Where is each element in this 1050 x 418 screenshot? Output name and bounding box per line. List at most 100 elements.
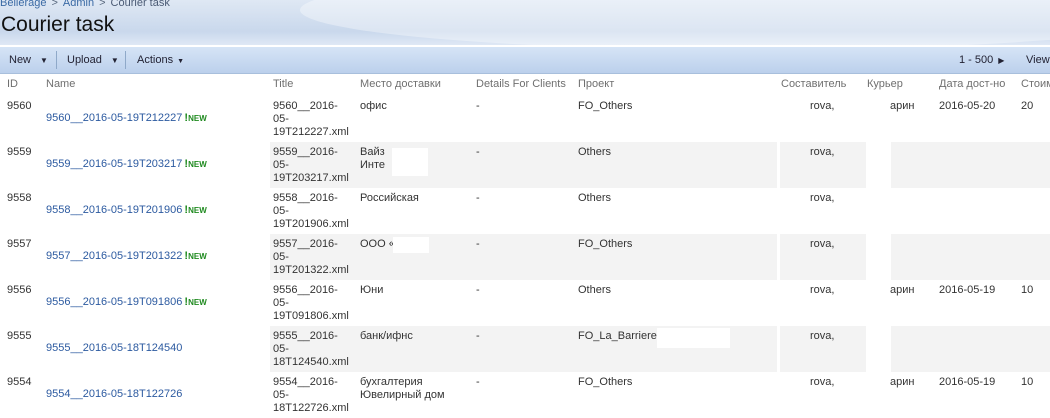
breadcrumb-admin-link[interactable]: Admin: [63, 0, 94, 9]
chevron-down-icon: ▼: [40, 56, 48, 65]
cell-author: rova,: [810, 376, 835, 388]
column-header-details[interactable]: Details For Clients: [476, 78, 566, 90]
cell-delivery-date: 2016-05-20: [939, 100, 996, 112]
cell-details: -: [476, 376, 480, 388]
toolbar-divider: [56, 51, 57, 69]
column-header-delivery-date[interactable]: Дата дост-но: [939, 78, 1005, 90]
chevron-down-icon: ▼: [110, 56, 119, 65]
new-badge: !NEW: [184, 296, 207, 308]
cell-author: rova,: [810, 330, 835, 342]
breadcrumb-separator: >: [99, 0, 106, 9]
cell-details: -: [476, 238, 480, 250]
list-toolbar: New ▼ Upload ▼ Actions ▼ 1 - 500 ▶ View: [0, 47, 1050, 74]
new-badge: !NEW: [184, 158, 206, 170]
cell-author: rova,: [810, 192, 835, 204]
new-badge: !NEW: [184, 250, 207, 262]
column-header-project[interactable]: Проект: [578, 78, 614, 90]
cell-project: Others: [578, 146, 612, 158]
table-row[interactable]: 9557 9557__2016-05-19T201322 !NEW 9557__201…: [0, 234, 1050, 280]
table-row[interactable]: 9554 9554__2016-05-18T122726 9554__2016- 05…: [0, 372, 1050, 418]
cell-courier: арин: [890, 284, 915, 296]
row-shading: [891, 234, 1050, 280]
item-name-link[interactable]: 9559__2016-05-19T203217: [46, 158, 182, 170]
cell-delivery-place-line: банк/ифнс: [360, 330, 413, 342]
cell-project: FO_Others: [578, 376, 633, 388]
item-name-link[interactable]: 9560__2016-05-19T212227: [46, 112, 182, 124]
item-name-link[interactable]: 9556__2016-05-19T091806: [46, 296, 182, 308]
cell-title-line: 05-: [273, 389, 289, 401]
cell-title-line: 05-: [273, 113, 289, 125]
cell-title-line: 9556__2016-: [273, 284, 338, 296]
table-row[interactable]: 9559 9559__2016-05-19T203217 !NEW 9559__201…: [0, 142, 1050, 188]
cell-author: rova,: [810, 238, 835, 250]
paging-control[interactable]: 1 - 500 ▶: [959, 47, 1004, 73]
upload-menu-button[interactable]: Upload ▼: [67, 47, 119, 73]
cell-title-line: 9558__2016-: [273, 192, 338, 204]
breadcrumb-site-link[interactable]: Bellerage: [0, 0, 46, 9]
column-header-author[interactable]: Составитель: [781, 78, 846, 90]
view-label: View: [1026, 54, 1050, 66]
cell-title-line: 19T091806.xml: [273, 310, 349, 322]
item-name-link[interactable]: 9555__2016-05-18T124540: [46, 342, 182, 354]
column-header-courier[interactable]: Курьер: [867, 78, 903, 90]
item-name-link[interactable]: 9554__2016-05-18T122726: [46, 388, 182, 400]
table-row[interactable]: 9555 9555__2016-05-18T124540 9555__2016- 05…: [0, 326, 1050, 372]
cell-title-line: 18T122726.xml: [273, 402, 349, 414]
cell-title-line: 9559__2016-: [273, 146, 338, 158]
cell-title-line: 05-: [273, 297, 289, 309]
column-header-id[interactable]: ID: [7, 78, 18, 90]
cell-project: FO_Others: [578, 238, 633, 250]
cell-author: rova,: [810, 146, 835, 158]
new-badge: !NEW: [184, 112, 207, 124]
page-header: Bellerage > Admin > Courier task Courier tas…: [0, 0, 1050, 45]
cell-title-line: 05-: [273, 251, 289, 263]
actions-label: Actions: [137, 54, 174, 66]
table-row[interactable]: 9560 9560__2016-05-19T212227 !NEW 9560__201…: [0, 96, 1050, 142]
cell-project: Others: [578, 284, 612, 296]
item-name-link[interactable]: 9558__2016-05-19T201906: [46, 204, 182, 216]
cell-author: rova,: [810, 100, 835, 112]
new-badge-text: NEW: [188, 298, 207, 307]
column-header-name[interactable]: Name: [46, 78, 75, 90]
cell-delivery-place-line: Инте: [360, 159, 386, 171]
new-badge-text: NEW: [188, 114, 207, 123]
new-badge-text: NEW: [188, 252, 207, 261]
upload-label: Upload: [67, 54, 102, 66]
breadcrumb: Bellerage > Admin > Courier task: [0, 0, 170, 9]
column-header-cost[interactable]: Стоим: [1021, 78, 1050, 90]
cell-details: -: [476, 192, 480, 204]
cell-title-line: 9557__2016-: [273, 238, 338, 250]
cell-name: 9557__2016-05-19T201322 !NEW: [46, 250, 207, 263]
actions-menu-button[interactable]: Actions ▼: [137, 47, 184, 73]
cell-delivery-place-line: Юни: [360, 284, 384, 296]
column-header-title[interactable]: Title: [273, 78, 293, 90]
new-badge-text: NEW: [188, 206, 207, 215]
table-row[interactable]: 9556 9556__2016-05-19T091806 !NEW 9556__201…: [0, 280, 1050, 326]
item-name-link[interactable]: 9557__2016-05-19T201322: [46, 250, 182, 262]
cell-details: -: [476, 284, 480, 296]
cell-title-line: 9554__2016-: [273, 376, 338, 388]
breadcrumb-current: Courier task: [110, 0, 170, 9]
new-label: New: [9, 54, 32, 66]
paging-range: 1 - 500: [959, 54, 994, 66]
new-menu-button[interactable]: New ▼: [9, 47, 48, 73]
table-row[interactable]: 9558 9558__2016-05-19T201906 !NEW 9558__201…: [0, 188, 1050, 234]
cell-id: 9556: [7, 284, 32, 296]
cell-details: -: [476, 100, 480, 112]
cell-name: 9554__2016-05-18T122726: [46, 388, 182, 401]
breadcrumb-separator: >: [51, 0, 58, 9]
cell-cost: 10: [1021, 376, 1034, 388]
chevron-down-icon: ▼: [177, 58, 185, 65]
cell-id: 9559: [7, 146, 32, 158]
cell-courier: арин: [890, 376, 915, 388]
cell-name: 9558__2016-05-19T201906 !NEW: [46, 204, 207, 217]
cell-name: 9555__2016-05-18T124540: [46, 342, 182, 355]
cell-delivery-date: 2016-05-19: [939, 376, 996, 388]
cell-cost: 10: [1021, 284, 1034, 296]
column-header-delivery-place[interactable]: Место доставки: [360, 78, 441, 90]
cell-name: 9560__2016-05-19T212227 !NEW: [46, 112, 207, 125]
cell-id: 9560: [7, 100, 32, 112]
redacted-area: [393, 237, 429, 253]
next-page-icon[interactable]: ▶: [998, 56, 1004, 65]
view-menu-button[interactable]: View: [1026, 47, 1050, 73]
